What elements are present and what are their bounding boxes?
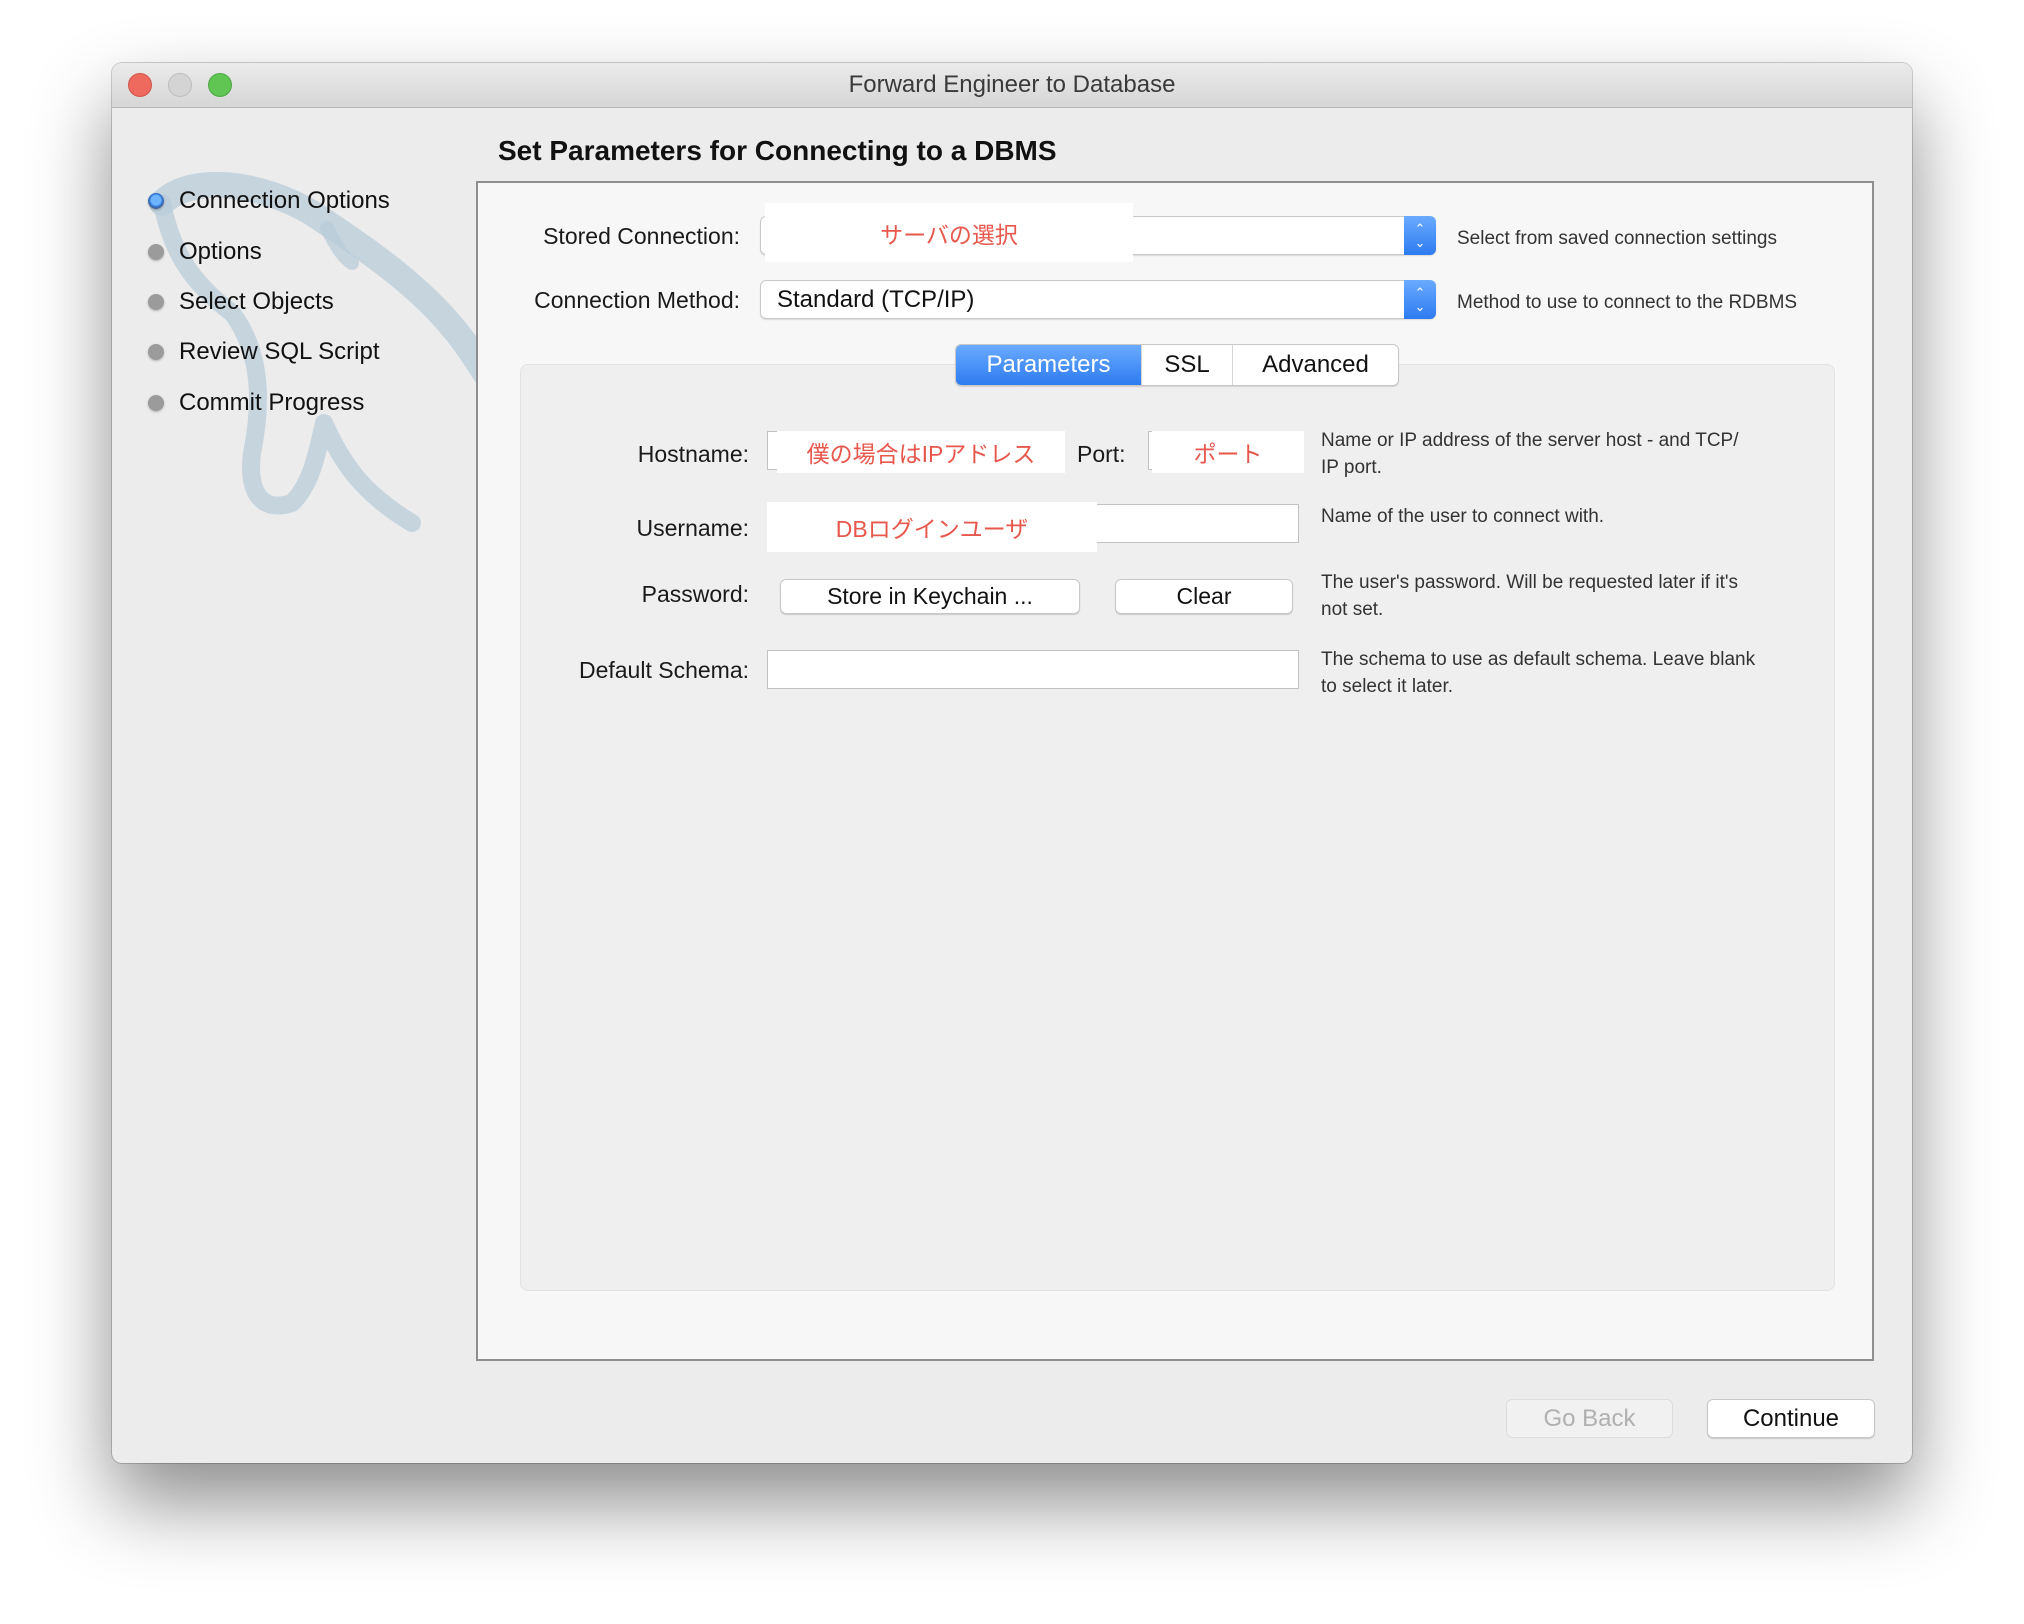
sidebar-item-options: Options xyxy=(148,237,262,267)
help-line: Name or IP address of the server host - … xyxy=(1321,430,1739,451)
page-title: Set Parameters for Connecting to a DBMS xyxy=(498,135,1057,166)
default-schema-input[interactable] xyxy=(767,650,1299,689)
help-line: The schema to use as default schema. Lea… xyxy=(1321,649,1756,670)
popup-stepper-icon: ⌃ ⌄ xyxy=(1404,280,1436,319)
tab-advanced[interactable]: Advanced xyxy=(1233,345,1398,385)
tab-bar: Parameters SSL Advanced xyxy=(955,344,1399,386)
store-in-keychain-button[interactable]: Store in Keychain ... xyxy=(780,579,1080,614)
annotation-port: ポート xyxy=(1152,431,1304,473)
help-line: not set. xyxy=(1321,599,1384,620)
parameters-panel: Hostname: 僕の場合はIPアドレス Port: ポート Name or … xyxy=(520,364,1835,1291)
username-help: Name of the user to connect with. xyxy=(1321,503,1604,530)
connection-method-label: Connection Method: xyxy=(534,287,740,313)
sidebar-item-label: Commit Progress xyxy=(179,389,365,416)
sidebar-item-connection-options: Connection Options xyxy=(148,186,390,216)
step-active-icon xyxy=(148,193,164,209)
connection-method-value: Standard (TCP/IP) xyxy=(777,286,975,313)
step-pending-icon xyxy=(148,344,164,360)
default-schema-help: The schema to use as default schema. Lea… xyxy=(1321,646,1755,700)
connection-method-select[interactable]: Standard (TCP/IP) ⌃ ⌄ xyxy=(760,280,1436,319)
step-pending-icon xyxy=(148,244,164,260)
step-pending-icon xyxy=(148,395,164,411)
annotation-hostname: 僕の場合はIPアドレス xyxy=(777,431,1065,473)
help-line: to select it later. xyxy=(1321,676,1454,697)
hostname-label: Hostname: xyxy=(637,441,749,467)
continue-button[interactable]: Continue xyxy=(1707,1399,1875,1438)
clear-password-button[interactable]: Clear xyxy=(1115,579,1293,614)
step-pending-icon xyxy=(148,294,164,310)
content-frame: Stored Connection: ⌃ ⌄ サーバの選択 Select from… xyxy=(476,181,1874,1361)
sidebar-item-select-objects: Select Objects xyxy=(148,287,334,317)
username-label: Username: xyxy=(636,515,749,541)
tab-parameters[interactable]: Parameters xyxy=(956,345,1142,385)
stored-connection-label: Stored Connection: xyxy=(543,223,740,249)
connection-method-help: Method to use to connect to the RDBMS xyxy=(1457,292,1798,313)
sidebar-item-label: Review SQL Script xyxy=(179,338,380,365)
sidebar-item-label: Connection Options xyxy=(179,187,390,214)
password-help: The user's password. Will be requested l… xyxy=(1321,569,1738,623)
go-back-button[interactable]: Go Back xyxy=(1506,1399,1673,1438)
sidebar-item-commit-progress: Commit Progress xyxy=(148,388,364,418)
port-label: Port: xyxy=(1077,441,1126,467)
popup-stepper-icon: ⌃ ⌄ xyxy=(1404,216,1436,255)
sidebar-item-label: Select Objects xyxy=(179,288,334,315)
help-line: IP port. xyxy=(1321,457,1382,478)
help-line: Name of the user to connect with. xyxy=(1321,506,1605,527)
sidebar-item-label: Options xyxy=(179,238,262,265)
annotation-username: DBログインユーザ xyxy=(767,502,1097,552)
sidebar-item-review-sql-script: Review SQL Script xyxy=(148,337,380,367)
password-label: Password: xyxy=(641,581,749,607)
stored-connection-help: Select from saved connection settings xyxy=(1457,228,1778,249)
help-line: The user's password. Will be requested l… xyxy=(1321,572,1738,593)
hostname-help: Name or IP address of the server host - … xyxy=(1321,427,1739,481)
annotation-stored-connection: サーバの選択 xyxy=(765,203,1133,262)
default-schema-label: Default Schema: xyxy=(578,657,749,683)
tab-ssl[interactable]: SSL xyxy=(1142,345,1233,385)
dialog-window: Forward Engineer to Database Connection … xyxy=(112,63,1912,1463)
